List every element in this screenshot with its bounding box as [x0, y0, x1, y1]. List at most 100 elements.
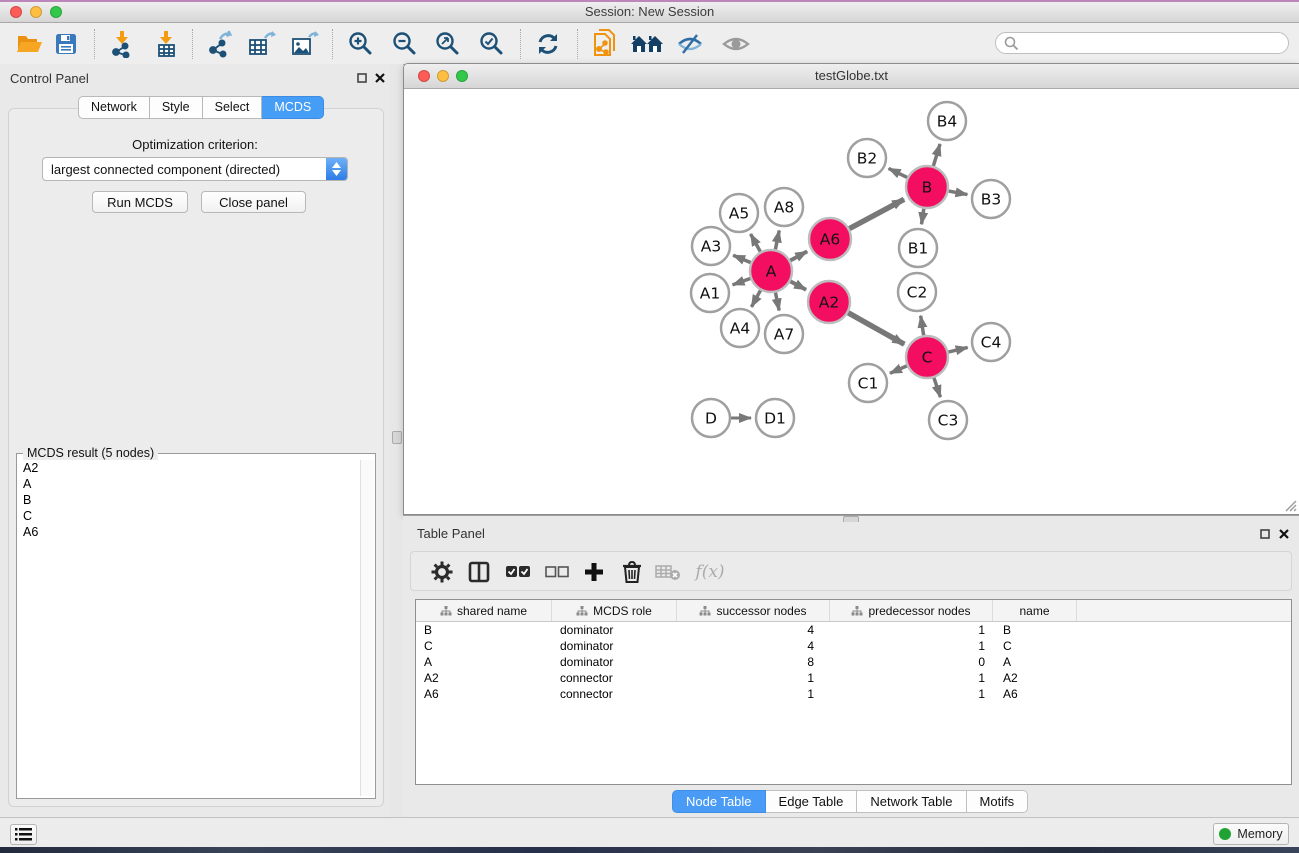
- add-column-icon[interactable]: [577, 555, 611, 589]
- mcds-result-group: MCDS result (5 nodes) A2ABCA6: [16, 453, 376, 799]
- zoom-in-icon[interactable]: [343, 27, 379, 61]
- toolbar-separator: [577, 29, 578, 59]
- graph-node-label: C4: [981, 333, 1002, 351]
- tab-mcds[interactable]: MCDS: [262, 96, 324, 119]
- graph-node-label: A5: [729, 204, 749, 222]
- function-builder-icon[interactable]: f(x): [693, 555, 727, 589]
- select-all-icon[interactable]: [501, 555, 535, 589]
- home-pair-icon[interactable]: [629, 27, 665, 61]
- import-network-icon[interactable]: [104, 27, 140, 61]
- export-network-icon[interactable]: [202, 27, 238, 61]
- graph-node-label: A: [766, 262, 777, 280]
- desktop-edge: [0, 847, 1299, 853]
- zoom-selected-icon[interactable]: [474, 27, 510, 61]
- graph-node-label: A6: [820, 230, 840, 248]
- network-snapshot-icon[interactable]: [587, 27, 623, 61]
- mcds-result-item[interactable]: B: [17, 492, 360, 508]
- show-eye-icon[interactable]: [718, 27, 754, 61]
- run-mcds-button[interactable]: Run MCDS: [92, 191, 188, 213]
- mcds-result-item[interactable]: C: [17, 508, 360, 524]
- window-resize-grip[interactable]: [1284, 499, 1297, 512]
- column-header[interactable]: shared name: [416, 600, 552, 621]
- graph-node-label: B3: [981, 190, 1002, 208]
- export-table-icon[interactable]: [244, 27, 280, 61]
- float-panel-icon[interactable]: [1259, 528, 1271, 540]
- graph-edge[interactable]: [845, 311, 905, 344]
- graph-node-label: B2: [857, 149, 878, 167]
- hide-panel-eye-icon[interactable]: [672, 27, 708, 61]
- graph-node-label: A3: [701, 237, 721, 255]
- delete-table-icon[interactable]: [651, 555, 685, 589]
- table-row[interactable]: Adominator80A: [416, 654, 1291, 670]
- deselect-all-icon[interactable]: [540, 555, 574, 589]
- tab-style[interactable]: Style: [150, 96, 203, 119]
- table-type-tabs: Node Table Edge Table Network Table Moti…: [672, 790, 1028, 811]
- table-row[interactable]: A2connector11A2: [416, 670, 1291, 686]
- graph-node-label: A2: [819, 293, 839, 311]
- node-table: shared name MCDS role successor nodes pr…: [415, 599, 1292, 785]
- toolbar-separator: [520, 29, 521, 59]
- task-history-button[interactable]: [10, 824, 37, 845]
- graph-edge[interactable]: [846, 199, 904, 230]
- hierarchy-icon: [851, 606, 863, 616]
- close-traffic-light[interactable]: [418, 70, 430, 82]
- app-title: Session: New Session: [0, 2, 1299, 22]
- table-row[interactable]: Cdominator41C: [416, 638, 1291, 654]
- tab-network-table[interactable]: Network Table: [857, 790, 966, 813]
- vertical-splitter[interactable]: [390, 64, 403, 817]
- tab-motifs[interactable]: Motifs: [967, 790, 1029, 813]
- control-panel: Control Panel Network Style Select MCDS …: [0, 64, 390, 817]
- network-canvas[interactable]: B4B2BB3A8A5A6A3B1AA1C2A2A4A7C4CC1C3DD1: [404, 89, 1298, 514]
- close-panel-icon[interactable]: [374, 72, 386, 84]
- tab-network[interactable]: Network: [78, 96, 150, 119]
- tab-select[interactable]: Select: [203, 96, 263, 119]
- open-file-icon[interactable]: [12, 27, 48, 61]
- app-titlebar: Session: New Session: [0, 2, 1299, 23]
- delete-column-icon[interactable]: [615, 555, 649, 589]
- table-row[interactable]: Bdominator41B: [416, 622, 1291, 638]
- close-panel-button[interactable]: Close panel: [201, 191, 306, 213]
- toolbar-separator: [94, 29, 95, 59]
- zoom-fit-icon[interactable]: [430, 27, 466, 61]
- splitter-grip-icon[interactable]: [392, 431, 402, 444]
- close-traffic-light[interactable]: [10, 6, 22, 18]
- search-field[interactable]: [995, 32, 1289, 54]
- tab-edge-table[interactable]: Edge Table: [766, 790, 858, 813]
- network-window: testGlobe.txt B4B2BB3A8A5A6A3B1AA1C2A2A4…: [403, 63, 1299, 515]
- refresh-layout-icon[interactable]: [530, 27, 566, 61]
- graph-node-label: A1: [700, 284, 720, 302]
- zoom-traffic-light[interactable]: [456, 70, 468, 82]
- float-panel-icon[interactable]: [356, 72, 368, 84]
- mcds-result-item[interactable]: A2: [17, 460, 360, 476]
- column-header[interactable]: predecessor nodes: [830, 600, 993, 621]
- mcds-result-item[interactable]: A: [17, 476, 360, 492]
- minimize-traffic-light[interactable]: [437, 70, 449, 82]
- save-session-icon[interactable]: [48, 27, 84, 61]
- tab-node-table[interactable]: Node Table: [672, 790, 766, 813]
- control-panel-title: Control Panel: [10, 71, 89, 86]
- column-header[interactable]: name: [993, 600, 1077, 621]
- minimize-traffic-light[interactable]: [30, 6, 42, 18]
- zoom-traffic-light[interactable]: [50, 6, 62, 18]
- column-header[interactable]: MCDS role: [552, 600, 677, 621]
- close-panel-icon[interactable]: [1278, 528, 1290, 540]
- toolbar-separator: [192, 29, 193, 59]
- mcds-result-item[interactable]: A6: [17, 524, 360, 540]
- hierarchy-icon: [699, 606, 711, 616]
- mcds-list-scrollbar[interactable]: [360, 460, 374, 796]
- mcds-result-list: A2ABCA6: [17, 460, 360, 797]
- export-image-icon[interactable]: [287, 27, 323, 61]
- column-header[interactable]: successor nodes: [677, 600, 830, 621]
- memory-button[interactable]: Memory: [1213, 823, 1289, 845]
- graph-node-label: D1: [764, 409, 786, 427]
- graph-node-label: C3: [938, 411, 959, 429]
- graph-node-label: A7: [774, 325, 794, 343]
- table-row[interactable]: A6connector11A6: [416, 686, 1291, 702]
- settings-gear-icon[interactable]: [425, 555, 459, 589]
- show-columns-icon[interactable]: [462, 555, 496, 589]
- criterion-dropdown[interactable]: largest connected component (directed): [42, 157, 348, 181]
- import-table-icon[interactable]: [148, 27, 184, 61]
- graph-node-label: C: [922, 348, 933, 366]
- graph-node-label: A8: [774, 198, 794, 216]
- zoom-out-icon[interactable]: [387, 27, 423, 61]
